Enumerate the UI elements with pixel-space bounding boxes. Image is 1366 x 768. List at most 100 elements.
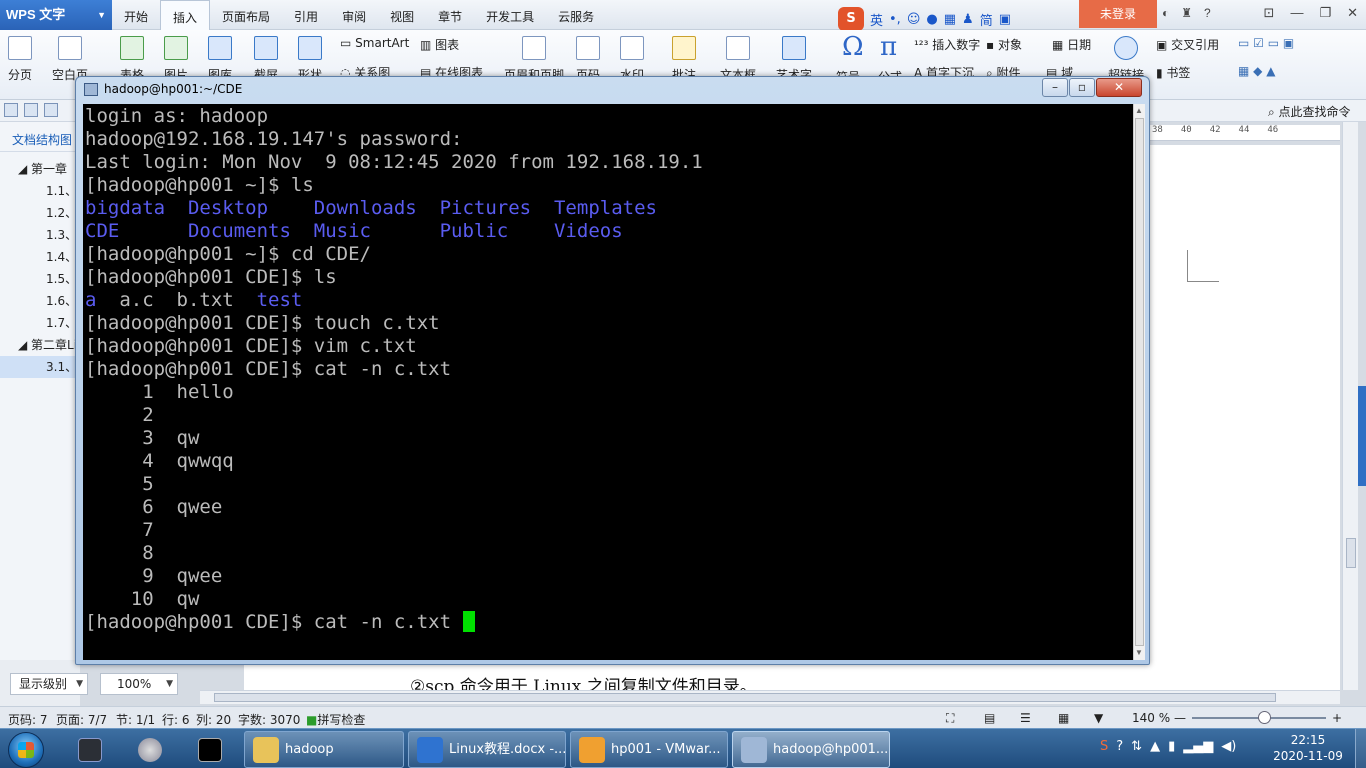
outline-item-selected[interactable]: 3.1、: [0, 356, 79, 378]
taskbar-task[interactable]: Linux教程.docx -...: [408, 731, 566, 768]
zoom-slider-handle[interactable]: [1258, 711, 1271, 724]
sogou-icon[interactable]: S: [838, 7, 864, 31]
putty-close-button[interactable]: ✕: [1096, 78, 1142, 97]
show-hidden-icon[interactable]: ▲: [1150, 739, 1160, 754]
zoom-in-icon[interactable]: +: [1332, 711, 1342, 725]
skin-icon[interactable]: ♟: [962, 12, 974, 27]
scroll-up-icon[interactable]: ▲: [1135, 106, 1143, 115]
taskbar-clock[interactable]: 22:15 2020-11-09: [1272, 732, 1344, 764]
outline-item[interactable]: 1.3、: [0, 224, 79, 246]
help-tray-icon[interactable]: ?: [1116, 739, 1123, 754]
terminal-screen[interactable]: login as: hadoop hadoop@192.168.19.147's …: [83, 104, 1133, 660]
taskbar-task[interactable]: hp001 - VMwar...: [570, 731, 728, 768]
object-button[interactable]: ▪ 对象: [986, 36, 1022, 53]
bookmark-button[interactable]: ▮ 书签: [1156, 64, 1190, 81]
tab-insert[interactable]: 插入: [160, 0, 211, 31]
form-controls-icon[interactable]: ▭ ☑ ▭ ▣: [1238, 36, 1294, 50]
ime-simplified[interactable]: 简: [980, 10, 993, 29]
terminal-scrollbar[interactable]: ▲ ▼: [1133, 104, 1145, 660]
network-tray-icon[interactable]: ⇅: [1131, 739, 1142, 754]
page-view-icon[interactable]: ▤: [984, 711, 995, 725]
save-icon[interactable]: [24, 103, 38, 117]
sogou-tray-icon[interactable]: S: [1100, 739, 1108, 754]
outline-item[interactable]: 1.7、: [0, 312, 79, 334]
print-icon[interactable]: [44, 103, 58, 117]
punctuation-icon[interactable]: •,: [889, 12, 901, 27]
grid-icon[interactable]: ▣: [999, 12, 1011, 27]
scroll-thumb[interactable]: [214, 693, 1276, 702]
tools-icon[interactable]: ♜: [1181, 6, 1192, 20]
restore-layout-icon[interactable]: ⊡: [1264, 5, 1275, 21]
insert-number-button[interactable]: ¹²³ 插入数字: [914, 36, 980, 53]
tab-developer[interactable]: 开发工具: [474, 0, 546, 30]
ime-mode[interactable]: 英: [870, 10, 883, 29]
tab-references[interactable]: 引用: [282, 0, 330, 30]
find-command[interactable]: ⌕ 点此查找命令: [1268, 103, 1351, 120]
scroll-thumb[interactable]: [1346, 538, 1356, 568]
outline-item[interactable]: 1.1、: [0, 180, 79, 202]
outline-item[interactable]: 1.5、: [0, 268, 79, 290]
tab-home[interactable]: 开始: [112, 0, 160, 30]
open-icon[interactable]: [4, 103, 18, 117]
outline-zoom-select[interactable]: 100% ▼: [100, 673, 178, 695]
putty-minimize-button[interactable]: –: [1042, 78, 1068, 97]
mic-icon[interactable]: ●: [926, 12, 937, 27]
terminal-line: hadoop@192.168.19.147's password:: [85, 128, 463, 151]
login-button[interactable]: 未登录: [1079, 0, 1157, 28]
terminal-text: 1 hello: [85, 381, 234, 403]
spell-check-toggle[interactable]: ■拼写检查: [306, 711, 365, 728]
outline-item[interactable]: 1.4、: [0, 246, 79, 268]
zoom-level[interactable]: 140 %: [1132, 711, 1170, 725]
nox-pinned-app[interactable]: [64, 732, 116, 768]
show-desktop-button[interactable]: [1355, 729, 1366, 768]
tab-cloud[interactable]: 云服务: [546, 0, 606, 30]
signal-tray-icon[interactable]: ▂▄▆: [1183, 739, 1213, 754]
outline-level-select[interactable]: 显示级别 ▼: [10, 673, 88, 695]
wps-app-menu[interactable]: WPS 文字 ▼: [0, 0, 112, 30]
scroll-down-icon[interactable]: ▼: [1135, 648, 1143, 657]
cmd-pinned-app[interactable]: [184, 732, 236, 768]
emoji-icon[interactable]: ☺: [907, 12, 921, 27]
settings-pinned-app[interactable]: [124, 732, 176, 768]
help-icon[interactable]: ?: [1204, 6, 1211, 20]
outline-item[interactable]: ◢ 第二章Li: [0, 334, 79, 356]
web-view-icon[interactable]: ▦: [1058, 711, 1069, 725]
outline-view-icon[interactable]: ☰: [1020, 711, 1031, 725]
zoom-out-icon[interactable]: —: [1174, 711, 1186, 725]
taskbar-task-active[interactable]: hadoop@hp001...: [732, 731, 890, 768]
outline-header[interactable]: 文档结构图: [0, 122, 79, 152]
outline-item[interactable]: ◢ 第一章: [0, 158, 79, 180]
outline-item[interactable]: 1.2、: [0, 202, 79, 224]
chart-button[interactable]: ▥ 图表: [420, 36, 459, 53]
date-button[interactable]: ▦ 日期: [1052, 36, 1091, 53]
tab-review[interactable]: 审阅: [330, 0, 378, 30]
putty-icon: [741, 736, 767, 763]
vertical-scrollbar[interactable]: [1342, 122, 1358, 690]
putty-maximize-button[interactable]: ▫: [1069, 78, 1095, 97]
usb-tray-icon[interactable]: ▮: [1168, 739, 1175, 754]
keyboard-icon[interactable]: ▦: [944, 12, 956, 27]
volume-tray-icon[interactable]: ◀): [1221, 739, 1236, 754]
tab-chapter[interactable]: 章节: [426, 0, 474, 30]
tab-view[interactable]: 视图: [378, 0, 426, 30]
fullscreen-icon[interactable]: ⛶: [946, 711, 954, 726]
protection-icon[interactable]: ▦ ◆ ▲: [1238, 64, 1275, 78]
minimize-icon[interactable]: —: [1290, 5, 1303, 21]
document-page[interactable]: [1150, 145, 1340, 690]
maximize-icon[interactable]: ❐: [1319, 5, 1331, 21]
putty-app-icon[interactable]: [84, 83, 98, 96]
skin-settings-icon[interactable]: ◐: [1162, 6, 1169, 20]
start-button[interactable]: [8, 732, 44, 768]
taskbar-task[interactable]: hadoop: [244, 731, 404, 768]
tab-page-layout[interactable]: 页面布局: [210, 0, 282, 30]
cross-ref-button[interactable]: ▣ 交叉引用: [1156, 36, 1219, 53]
horizontal-scrollbar[interactable]: [200, 690, 1340, 704]
outline-item[interactable]: 1.6、: [0, 290, 79, 312]
page-break-button[interactable]: 分页: [8, 34, 32, 83]
smartart-button[interactable]: ▭ SmartArt: [340, 36, 409, 50]
vmware-icon: [579, 736, 605, 763]
side-panel-toggle[interactable]: [1358, 386, 1366, 486]
scroll-thumb[interactable]: [1135, 118, 1144, 646]
read-mode-icon[interactable]: ▼: [1094, 711, 1103, 725]
close-icon[interactable]: ✕: [1347, 5, 1358, 21]
